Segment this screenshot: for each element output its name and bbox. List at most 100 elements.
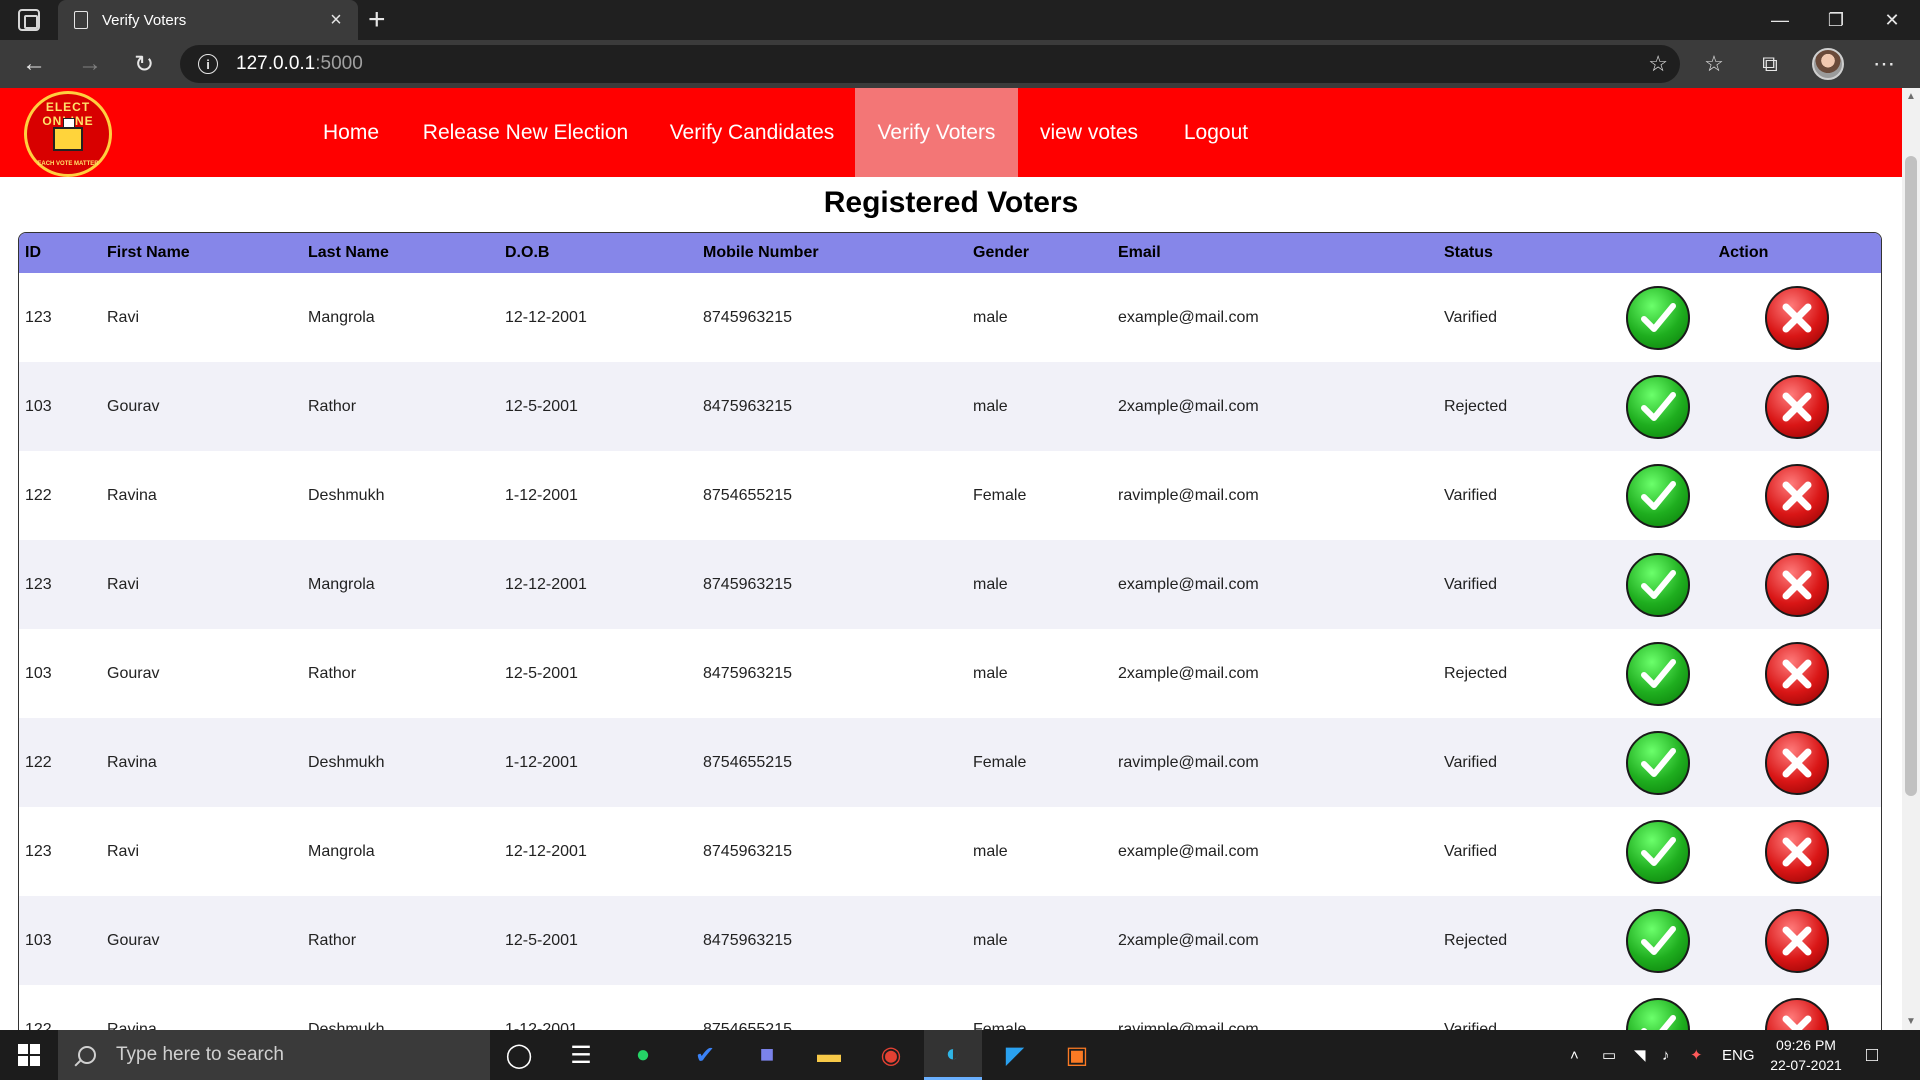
nav-verify-candidates[interactable]: Verify Candidates <box>654 88 850 177</box>
cortana-icon[interactable]: ◯ <box>490 1030 548 1080</box>
edge-icon[interactable]: ◐ <box>924 1030 982 1080</box>
logo-tagline: EACH VOTE MATTER <box>37 161 99 167</box>
scroll-down-icon[interactable]: ▼ <box>1906 1016 1916 1027</box>
header-dob: D.O.B <box>505 244 550 261</box>
approve-button[interactable] <box>1626 641 1690 706</box>
back-icon[interactable]: ← <box>16 46 52 82</box>
table-row: 103 Gourav Rathor 12-5-2001 8475963215 male 2x… <box>19 629 1881 718</box>
nav-logout[interactable]: Logout <box>1162 88 1270 177</box>
approve-button[interactable] <box>1626 997 1690 1030</box>
taskbar-search[interactable]: Type here to search <box>58 1030 490 1080</box>
header-action: Action <box>1718 244 1769 261</box>
collections-icon[interactable]: ⧉ <box>1752 46 1788 82</box>
cross-icon <box>1775 385 1819 429</box>
todo-icon[interactable]: ✔ <box>676 1030 734 1080</box>
approve-button[interactable] <box>1626 819 1690 884</box>
elect-online-logo[interactable]: ELECT ONLINE EACH VOTE MATTER <box>24 91 112 177</box>
nav-view-votes[interactable]: view votes <box>1020 88 1158 177</box>
cell-id: 103 <box>25 664 52 682</box>
header-first-name: First Name <box>107 244 190 261</box>
volume-icon[interactable]: ♪ <box>1662 1030 1670 1080</box>
vscode-icon[interactable]: ◤ <box>986 1030 1044 1080</box>
reject-button[interactable] <box>1765 463 1829 528</box>
clock[interactable]: 09:26 PM 22-07-2021 <box>1756 1035 1856 1075</box>
site-info-icon[interactable]: i <box>198 54 218 74</box>
reject-button[interactable] <box>1765 285 1829 350</box>
task-view-icon[interactable]: ☰ <box>552 1030 610 1080</box>
cell-mobile: 8754655215 <box>703 486 792 504</box>
battery-icon[interactable]: ▭ <box>1602 1030 1616 1080</box>
approve-button[interactable] <box>1626 374 1690 439</box>
whatsapp-icon[interactable]: ● <box>614 1030 672 1080</box>
header-last-name: Last Name <box>308 244 389 261</box>
nav-verify-voters[interactable]: Verify Voters <box>855 88 1018 177</box>
approve-button[interactable] <box>1626 552 1690 617</box>
more-menu-icon[interactable]: ⋯ <box>1866 46 1902 82</box>
cell-id: 123 <box>25 842 52 860</box>
reject-button[interactable] <box>1765 552 1829 617</box>
scroll-up-icon[interactable]: ▲ <box>1906 91 1916 102</box>
cell-mobile: 8754655215 <box>703 753 792 771</box>
cell-approve <box>1598 273 1737 362</box>
approve-button[interactable] <box>1626 908 1690 973</box>
cell-status: Rejected <box>1444 397 1508 415</box>
page-scrollbar[interactable]: ▲ ▼ <box>1902 88 1920 1030</box>
browser-tab[interactable]: Verify Voters × <box>58 0 358 40</box>
table-row: 103 Gourav Rathor 12-5-2001 8475963215 male 2x… <box>19 896 1881 985</box>
cell-last-name: Rathor <box>308 664 357 682</box>
file-explorer-icon[interactable]: ▬ <box>800 1030 858 1080</box>
cell-gender: Female <box>973 753 1027 771</box>
start-button[interactable] <box>0 1030 58 1080</box>
chrome-icon[interactable]: ◉ <box>862 1030 920 1080</box>
favorites-icon[interactable]: ☆ <box>1696 46 1732 82</box>
notifications-icon[interactable]: □ <box>1866 1030 1878 1080</box>
teams-icon[interactable]: ■ <box>738 1030 796 1080</box>
reload-icon[interactable]: ↻ <box>126 46 162 82</box>
address-bar[interactable]: i 127.0.0.1:5000 ☆ <box>180 45 1680 83</box>
reject-button[interactable] <box>1765 908 1829 973</box>
nav-home[interactable]: Home <box>305 88 397 177</box>
cell-last-name: Deshmukh <box>308 486 385 504</box>
forward-icon[interactable]: → <box>72 46 108 82</box>
table-row: 123 Ravi Mangrola 12-12-2001 8745963215 male e… <box>19 273 1881 362</box>
reject-button[interactable] <box>1765 819 1829 884</box>
cell-reject <box>1737 451 1881 540</box>
table-header-row: ID First Name Last Name D.O.B Mobile Num… <box>19 233 1881 273</box>
profile-avatar[interactable] <box>1812 48 1844 80</box>
cell-mobile: 8745963215 <box>703 842 792 860</box>
table-row: 123 Ravi Mangrola 12-12-2001 8745963215 male e… <box>19 807 1881 896</box>
windows-icon <box>18 1044 40 1066</box>
close-window-icon[interactable]: ✕ <box>1864 0 1920 40</box>
cell-first-name: Ravina <box>107 486 157 504</box>
reject-button[interactable] <box>1765 997 1829 1030</box>
cell-id: 123 <box>25 575 52 593</box>
xampp-icon[interactable]: ▣ <box>1048 1030 1106 1080</box>
add-favorite-icon[interactable]: ☆ <box>1648 51 1668 77</box>
wifi-icon[interactable]: ◥ <box>1634 1030 1646 1080</box>
cell-last-name: Mangrola <box>308 842 375 860</box>
nav-release-new-election[interactable]: Release New Election <box>404 88 647 177</box>
cell-gender: Female <box>973 486 1027 504</box>
table-row: 122 Ravina Deshmukh 1-12-2001 8754655215 Fema… <box>19 718 1881 807</box>
reject-button[interactable] <box>1765 730 1829 795</box>
tray-overflow-icon[interactable]: ˄ <box>1570 1030 1579 1080</box>
search-icon <box>78 1046 96 1064</box>
check-icon <box>1636 741 1680 785</box>
approve-button[interactable] <box>1626 463 1690 528</box>
cell-status: Varified <box>1444 486 1498 504</box>
tab-actions-icon[interactable] <box>18 9 40 31</box>
tab-close-icon[interactable]: × <box>322 9 350 32</box>
cross-icon <box>1775 830 1819 874</box>
restore-icon[interactable]: ❐ <box>1808 0 1864 40</box>
scroll-thumb[interactable] <box>1905 156 1917 796</box>
language-indicator[interactable]: ENG <box>1722 1030 1755 1080</box>
new-tab-button[interactable]: + <box>368 3 386 37</box>
header-mobile: Mobile Number <box>703 244 819 261</box>
antivirus-icon[interactable]: ✦ <box>1690 1030 1703 1080</box>
cross-icon <box>1775 652 1819 696</box>
approve-button[interactable] <box>1626 285 1690 350</box>
reject-button[interactable] <box>1765 374 1829 439</box>
reject-button[interactable] <box>1765 641 1829 706</box>
approve-button[interactable] <box>1626 730 1690 795</box>
minimize-icon[interactable]: ― <box>1752 0 1808 40</box>
